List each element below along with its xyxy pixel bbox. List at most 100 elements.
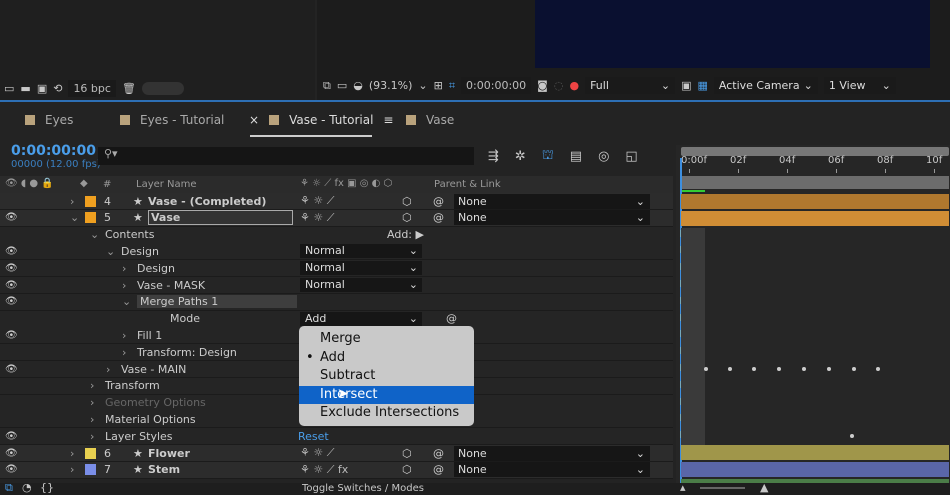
property-name[interactable]: Transform: Design (137, 346, 237, 359)
layer-name[interactable]: Vase - (Completed) (148, 195, 266, 208)
graph-editor-icon[interactable]: ◱ (625, 149, 637, 164)
keyframe-dot[interactable] (827, 367, 831, 371)
property-name[interactable]: Layer Styles (105, 430, 173, 443)
reset-link[interactable]: Reset (298, 430, 329, 443)
blend-mode-select[interactable]: Add ⌄ (300, 311, 422, 326)
label-color-swatch[interactable] (85, 212, 96, 224)
motion-blur-icon[interactable]: ◎ (598, 149, 609, 164)
pick-whip-icon[interactable]: @ (433, 463, 444, 476)
tab-vase-tutorial[interactable]: × Vase - Tutorial ≡ (249, 113, 393, 127)
blend-mode-select[interactable]: Normal ⌄ (300, 278, 422, 292)
keyframe-marker[interactable]: I (679, 313, 682, 324)
interpret-footage-icon[interactable]: ▭ (4, 82, 14, 95)
pick-whip-icon[interactable]: @ (433, 211, 444, 224)
always-preview-icon[interactable]: ⧉ (323, 79, 331, 93)
flowchart-icon[interactable]: ⟲ (53, 82, 62, 95)
layer-row[interactable]: 👁 › 6 ★ Flower ⚘ ☼ ⟋ ⬡ @ None ⌄ (0, 445, 673, 462)
work-area[interactable] (681, 176, 949, 189)
tab-eyes-tutorial[interactable]: Eyes - Tutorial (120, 113, 224, 127)
parent-select[interactable]: None ⌄ (454, 445, 650, 461)
new-composition-icon[interactable]: ▣ (37, 82, 47, 95)
property-name[interactable]: Transform (105, 379, 160, 392)
folder-icon[interactable]: ▬ (20, 82, 30, 95)
flowchart-icon[interactable]: ⇶ (488, 149, 499, 164)
keyframe-marker[interactable]: I (679, 397, 682, 408)
pick-whip-icon[interactable]: @ (433, 447, 444, 460)
dropdown-item[interactable]: Subtract (299, 367, 474, 386)
frame-blending-icon[interactable]: ▤ (570, 149, 582, 164)
property-row[interactable]: 👁 ⌄ Design Normal ⌄ (0, 243, 673, 261)
property-name[interactable]: Vase - MASK (137, 279, 205, 292)
dropdown-item[interactable]: Exclude Intersections (299, 404, 474, 423)
channel-icon[interactable]: ● (569, 79, 579, 92)
grid-icon[interactable]: ⊞ (434, 79, 443, 92)
region-of-interest-icon[interactable]: ⌗ (449, 79, 455, 93)
parent-select[interactable]: None ⌄ (454, 193, 650, 209)
add-button[interactable]: Add: ▶ (387, 228, 424, 241)
draft-3d-icon[interactable]: ✲ (515, 149, 526, 164)
expand-arrow-icon[interactable]: › (70, 463, 74, 476)
visibility-eye-icon[interactable]: 👁 (5, 330, 18, 341)
keyframe-marker[interactable]: I (679, 430, 682, 441)
keyframe-marker[interactable]: I (679, 329, 682, 340)
property-row[interactable]: 👁 › Layer Styles Reset (0, 428, 673, 446)
layer-bar-4[interactable] (681, 194, 949, 209)
layer-switches[interactable]: ⚘ ☼ ⟋ (300, 194, 334, 208)
visibility-eye-icon[interactable]: 👁 (5, 263, 18, 274)
parent-select[interactable]: None ⌄ (454, 462, 650, 478)
blend-mode-select[interactable]: Normal ⌄ (300, 261, 422, 276)
trash-icon[interactable]: 🗑 (122, 82, 136, 95)
property-name[interactable]: Fill 1 (137, 329, 162, 342)
keyframe-dot[interactable] (777, 367, 781, 371)
viewer-timecode[interactable]: 0:00:00:00 (461, 77, 532, 94)
layer-search-input[interactable]: ⚲▾ (98, 147, 474, 165)
tab-vase[interactable]: Vase (406, 113, 454, 127)
keyframe-dot[interactable] (850, 434, 854, 439)
resolution-select[interactable]: Full ⌄ (585, 77, 676, 94)
keyframe-marker[interactable]: I (679, 346, 682, 357)
keyframe-dot[interactable] (876, 367, 880, 371)
expand-arrow-icon[interactable]: › (122, 329, 126, 342)
toggle-switches-modes-button[interactable]: Toggle Switches / Modes (302, 483, 424, 494)
parent-select[interactable]: None ⌄ (454, 210, 650, 226)
keyframe-marker[interactable]: I (679, 229, 682, 240)
expand-arrow-icon[interactable]: ⌄ (106, 245, 115, 258)
3d-layer-icon[interactable]: ⬡ (402, 211, 412, 224)
column-parent[interactable]: Parent & Link (434, 179, 501, 190)
keyframe-dot[interactable] (728, 367, 732, 371)
pick-whip-icon[interactable]: @ (446, 312, 457, 325)
layer-name[interactable]: Stem (148, 463, 180, 476)
visibility-eye-icon[interactable]: 👁 (5, 464, 18, 475)
expand-arrow-icon[interactable]: › (70, 195, 74, 208)
layer-name[interactable]: Vase (148, 210, 293, 226)
layer-row[interactable]: 👁 ⌄ 5 ★ Vase ⚘ ☼ ⟋ ⬡ @ None ⌄ (0, 209, 673, 227)
layer-switches[interactable]: ⚘ ☼ ⟋ fx (300, 463, 348, 477)
layer-name[interactable]: Flower (148, 447, 190, 460)
3d-layer-icon[interactable]: ⬡ (402, 463, 412, 476)
property-row[interactable]: 👁 ⌄ Merge Paths 1 (0, 293, 673, 311)
menu-icon[interactable]: ≡ (383, 113, 393, 127)
expand-arrow-icon[interactable]: › (90, 413, 94, 426)
property-row[interactable]: 👁 › Vase - MASK Normal ⌄ (0, 277, 673, 294)
label-color-swatch[interactable] (85, 447, 96, 459)
camera-select[interactable]: Active Camera ⌄ (713, 77, 818, 94)
expand-arrow-icon[interactable]: ⌄ (90, 228, 99, 241)
layer-switches-icon[interactable]: ⧉ (5, 481, 13, 495)
property-name[interactable]: Contents (105, 228, 154, 241)
expand-arrow-icon[interactable]: › (90, 379, 94, 392)
blend-mode-select[interactable]: Normal ⌄ (300, 244, 422, 259)
expand-arrow-icon[interactable]: › (70, 447, 74, 460)
visibility-eye-icon[interactable]: 👁 (5, 280, 18, 291)
expand-arrow-icon[interactable]: ⌄ (122, 295, 131, 308)
bpc-button[interactable]: 16 bpc (68, 80, 116, 97)
expand-arrow-icon[interactable]: › (90, 396, 94, 409)
zoom-out-icon[interactable]: ▴ (680, 481, 686, 494)
keyframe-marker[interactable]: I (679, 245, 682, 256)
visibility-eye-icon[interactable]: 👁 (5, 431, 18, 442)
dropdown-item[interactable]: • Add (299, 349, 474, 368)
layer-bar-5[interactable] (681, 211, 949, 226)
snapshot-icon[interactable]: ◙ (537, 79, 548, 92)
keyframe-dot[interactable] (852, 367, 856, 371)
column-layer-name[interactable]: Layer Name (136, 179, 197, 190)
layer-bar-7[interactable] (681, 462, 949, 477)
